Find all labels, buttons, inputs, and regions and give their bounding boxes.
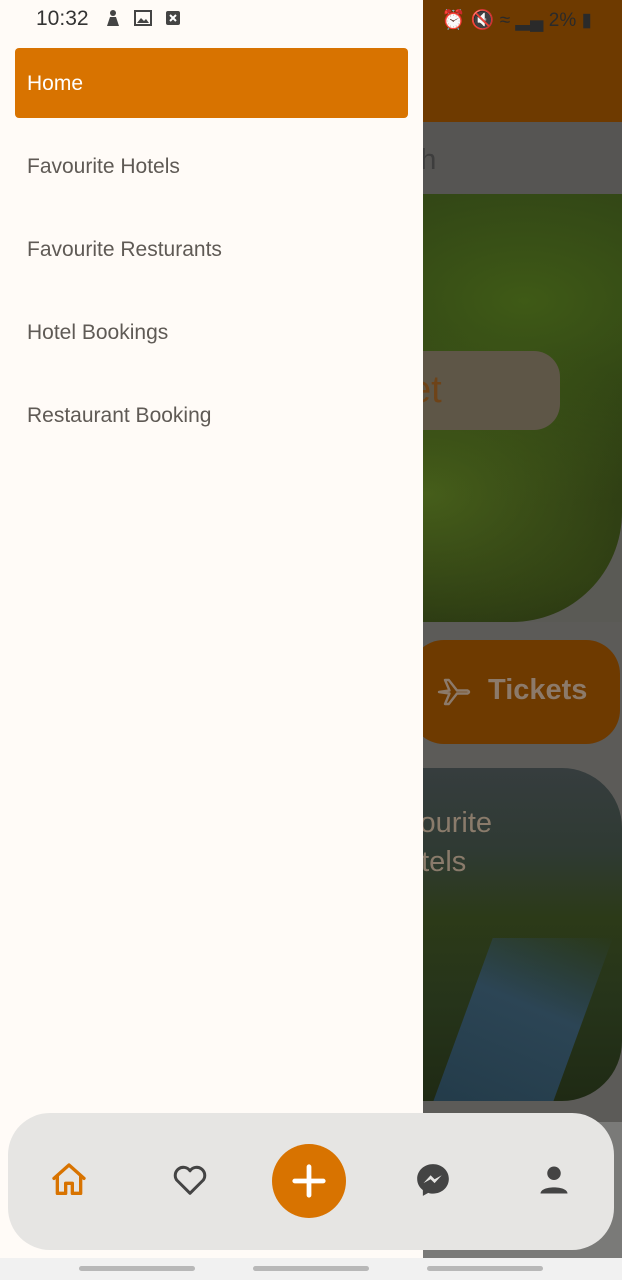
drawer-item-restaurant-booking[interactable]: Restaurant Booking [15, 380, 408, 450]
tickets-label: Tickets [488, 674, 588, 706]
add-icon [292, 1164, 326, 1198]
drawer-item-favourite-hotels[interactable]: Favourite Hotels [15, 131, 408, 201]
drawer-item-label: Favourite Resturants [27, 238, 222, 261]
airplane-icon [437, 678, 471, 706]
status-bar: 10:32 ⏰ 🔇 ≈ ▂▄ 2% ▮ [0, 0, 622, 38]
gesture-pill-left[interactable] [79, 1266, 195, 1271]
drawer-item-label: Home [27, 72, 84, 95]
wifi-icon: ≈ [499, 10, 511, 31]
drawer-item-home[interactable]: Home [15, 48, 408, 118]
profile-icon [540, 1166, 568, 1194]
status-icons-left [104, 9, 182, 27]
nav-messenger-button[interactable] [407, 1154, 459, 1206]
alarm-icon: ⏰ [441, 10, 466, 31]
drawer-item-label: Restaurant Booking [27, 404, 212, 427]
gesture-pill-right[interactable] [427, 1266, 543, 1271]
tickets-button: Tickets [410, 640, 620, 744]
heart-icon [173, 1165, 207, 1195]
gesture-pill-center[interactable] [253, 1266, 369, 1271]
drawer-item-hotel-bookings[interactable]: Hotel Bookings [15, 297, 408, 367]
navigation-drawer: Home Favourite Hotels Favourite Resturan… [0, 0, 423, 1260]
battery-text: 2% [548, 10, 577, 31]
nav-favourites-button[interactable] [164, 1154, 216, 1206]
drawer-item-favourite-restaurants[interactable]: Favourite Resturants [15, 214, 408, 284]
image-icon [134, 10, 152, 26]
drawer-item-label: Hotel Bookings [27, 321, 169, 344]
drawer-item-label: Favourite Hotels [27, 155, 180, 178]
signal-icon: ▂▄ [515, 10, 544, 31]
home-icon [52, 1163, 86, 1195]
status-icons-right: ⏰ 🔇 ≈ ▂▄ 2% ▮ [442, 8, 592, 32]
nav-add-button[interactable] [272, 1144, 346, 1218]
system-gesture-bar [0, 1258, 622, 1280]
mute-icon: 🔇 [470, 10, 495, 31]
river-decoration [427, 938, 613, 1101]
battery-icon: ▮ [581, 10, 592, 31]
status-time: 10:32 [36, 7, 89, 30]
bottom-navigation [8, 1113, 614, 1250]
nav-profile-button[interactable] [528, 1154, 580, 1206]
messenger-icon [417, 1164, 449, 1196]
nav-home-button[interactable] [43, 1154, 95, 1206]
person-icon [107, 10, 119, 26]
app-notif-icon [166, 11, 180, 25]
